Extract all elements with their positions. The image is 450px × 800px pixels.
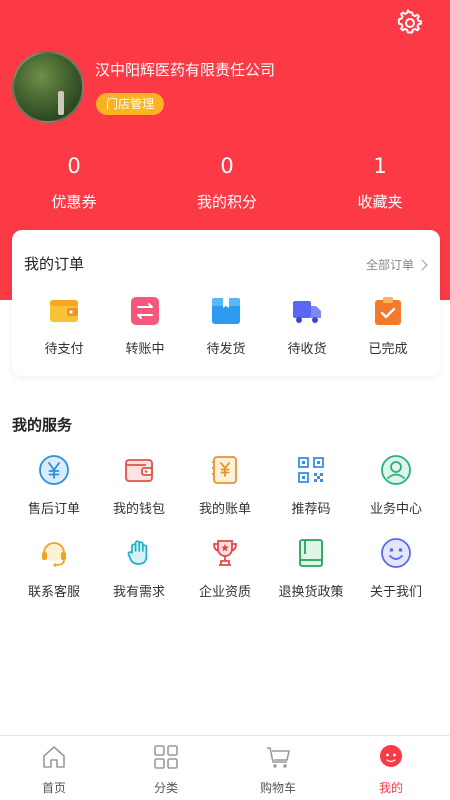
- stat-value: 0: [67, 154, 81, 178]
- package-icon: [212, 298, 240, 324]
- service-my-wallet[interactable]: 我的钱包: [95, 454, 183, 517]
- tab-profile[interactable]: 我的: [346, 744, 436, 796]
- chevron-right-icon: [416, 258, 428, 271]
- stat-favorites[interactable]: 1 收藏夹: [320, 152, 440, 212]
- service-referral-code[interactable]: 推荐码: [267, 454, 355, 517]
- order-status-label: 转账中: [125, 342, 165, 357]
- tab-home[interactable]: 首页: [9, 744, 99, 796]
- service-label: 联系客服: [27, 585, 80, 600]
- bill-icon: [212, 456, 237, 484]
- bottom-tab-bar: 首页 分类 购物车 我的: [0, 735, 450, 800]
- order-status-label: 待发货: [206, 342, 246, 357]
- hand-icon: [127, 540, 148, 565]
- service-label: 我的钱包: [112, 502, 165, 517]
- avatar[interactable]: [12, 51, 84, 123]
- service-label: 我的账单: [198, 502, 251, 517]
- order-status-label: 待收货: [287, 342, 327, 357]
- service-my-bills[interactable]: 我的账单: [181, 454, 269, 517]
- service-my-requests[interactable]: 我有需求: [95, 537, 183, 600]
- stat-coupons[interactable]: 0 优惠券: [14, 152, 134, 212]
- order-status-awaiting-shipment[interactable]: 待发货: [185, 296, 267, 357]
- order-status-completed[interactable]: 已完成: [347, 296, 429, 357]
- truck-icon: [293, 301, 321, 323]
- wallet-icon: [50, 300, 78, 322]
- clipboard-check-icon: [375, 297, 401, 325]
- service-after-sales-orders[interactable]: 售后订单: [10, 454, 98, 517]
- tab-label: 我的: [378, 781, 403, 795]
- order-status-pending-payment[interactable]: 待支付: [23, 296, 105, 357]
- order-status-label: 已完成: [368, 342, 408, 357]
- stat-value: 0: [220, 154, 234, 178]
- service-label: 退换货政策: [278, 585, 344, 600]
- stat-label: 优惠券: [51, 193, 97, 211]
- cart-icon: [267, 747, 290, 768]
- stat-points[interactable]: 0 我的积分: [167, 152, 287, 212]
- wallet-icon: [125, 459, 153, 482]
- tab-label: 分类: [153, 781, 178, 795]
- headset-icon: [42, 542, 66, 567]
- all-orders-label: 全部订单: [365, 258, 414, 272]
- smile-icon: [381, 538, 411, 568]
- profile-icon: [380, 745, 402, 767]
- tab-label: 购物车: [259, 781, 296, 795]
- service-label: 售后订单: [27, 502, 80, 517]
- tab-cart[interactable]: 购物车: [233, 744, 323, 796]
- orders-card: 我的订单 全部订单 待支付 转账中 待发货 待收货 已完成: [12, 230, 440, 376]
- tab-label: 首页: [41, 781, 66, 795]
- trophy-icon: [213, 540, 237, 566]
- service-return-policy[interactable]: 退换货政策: [267, 537, 355, 600]
- book-icon: [299, 539, 323, 567]
- service-about-us[interactable]: 关于我们: [352, 537, 440, 600]
- stat-label: 我的积分: [196, 193, 257, 211]
- grid-icon: [154, 745, 178, 769]
- service-label: 我有需求: [112, 585, 165, 600]
- service-company-qualifications[interactable]: 企业资质: [181, 537, 269, 600]
- transfer-icon: [131, 297, 159, 325]
- company-name: 汉中阳辉医药有限责任公司: [95, 61, 276, 79]
- order-status-transferring[interactable]: 转账中: [104, 296, 186, 357]
- service-label: 企业资质: [198, 585, 251, 600]
- store-management-badge[interactable]: 门店管理: [96, 93, 165, 115]
- service-label: 推荐码: [291, 502, 331, 517]
- services-title: 我的服务: [12, 416, 73, 434]
- order-status-awaiting-receipt[interactable]: 待收货: [266, 296, 348, 357]
- qr-code-icon: [298, 457, 324, 483]
- service-label: 业务中心: [369, 502, 422, 517]
- stat-label: 收藏夹: [357, 193, 403, 211]
- user-circle-icon: [381, 455, 411, 485]
- service-customer-support[interactable]: 联系客服: [10, 537, 98, 600]
- yen-circle-icon: [39, 455, 69, 485]
- service-label: 关于我们: [369, 585, 422, 600]
- service-business-center[interactable]: 业务中心: [352, 454, 440, 517]
- orders-title: 我的订单: [24, 255, 85, 273]
- all-orders-link[interactable]: 全部订单: [365, 256, 428, 273]
- stat-value: 1: [373, 154, 387, 178]
- order-status-label: 待支付: [44, 342, 84, 357]
- home-icon: [43, 746, 65, 768]
- tab-categories[interactable]: 分类: [121, 744, 211, 796]
- settings-gear-icon[interactable]: [396, 9, 424, 37]
